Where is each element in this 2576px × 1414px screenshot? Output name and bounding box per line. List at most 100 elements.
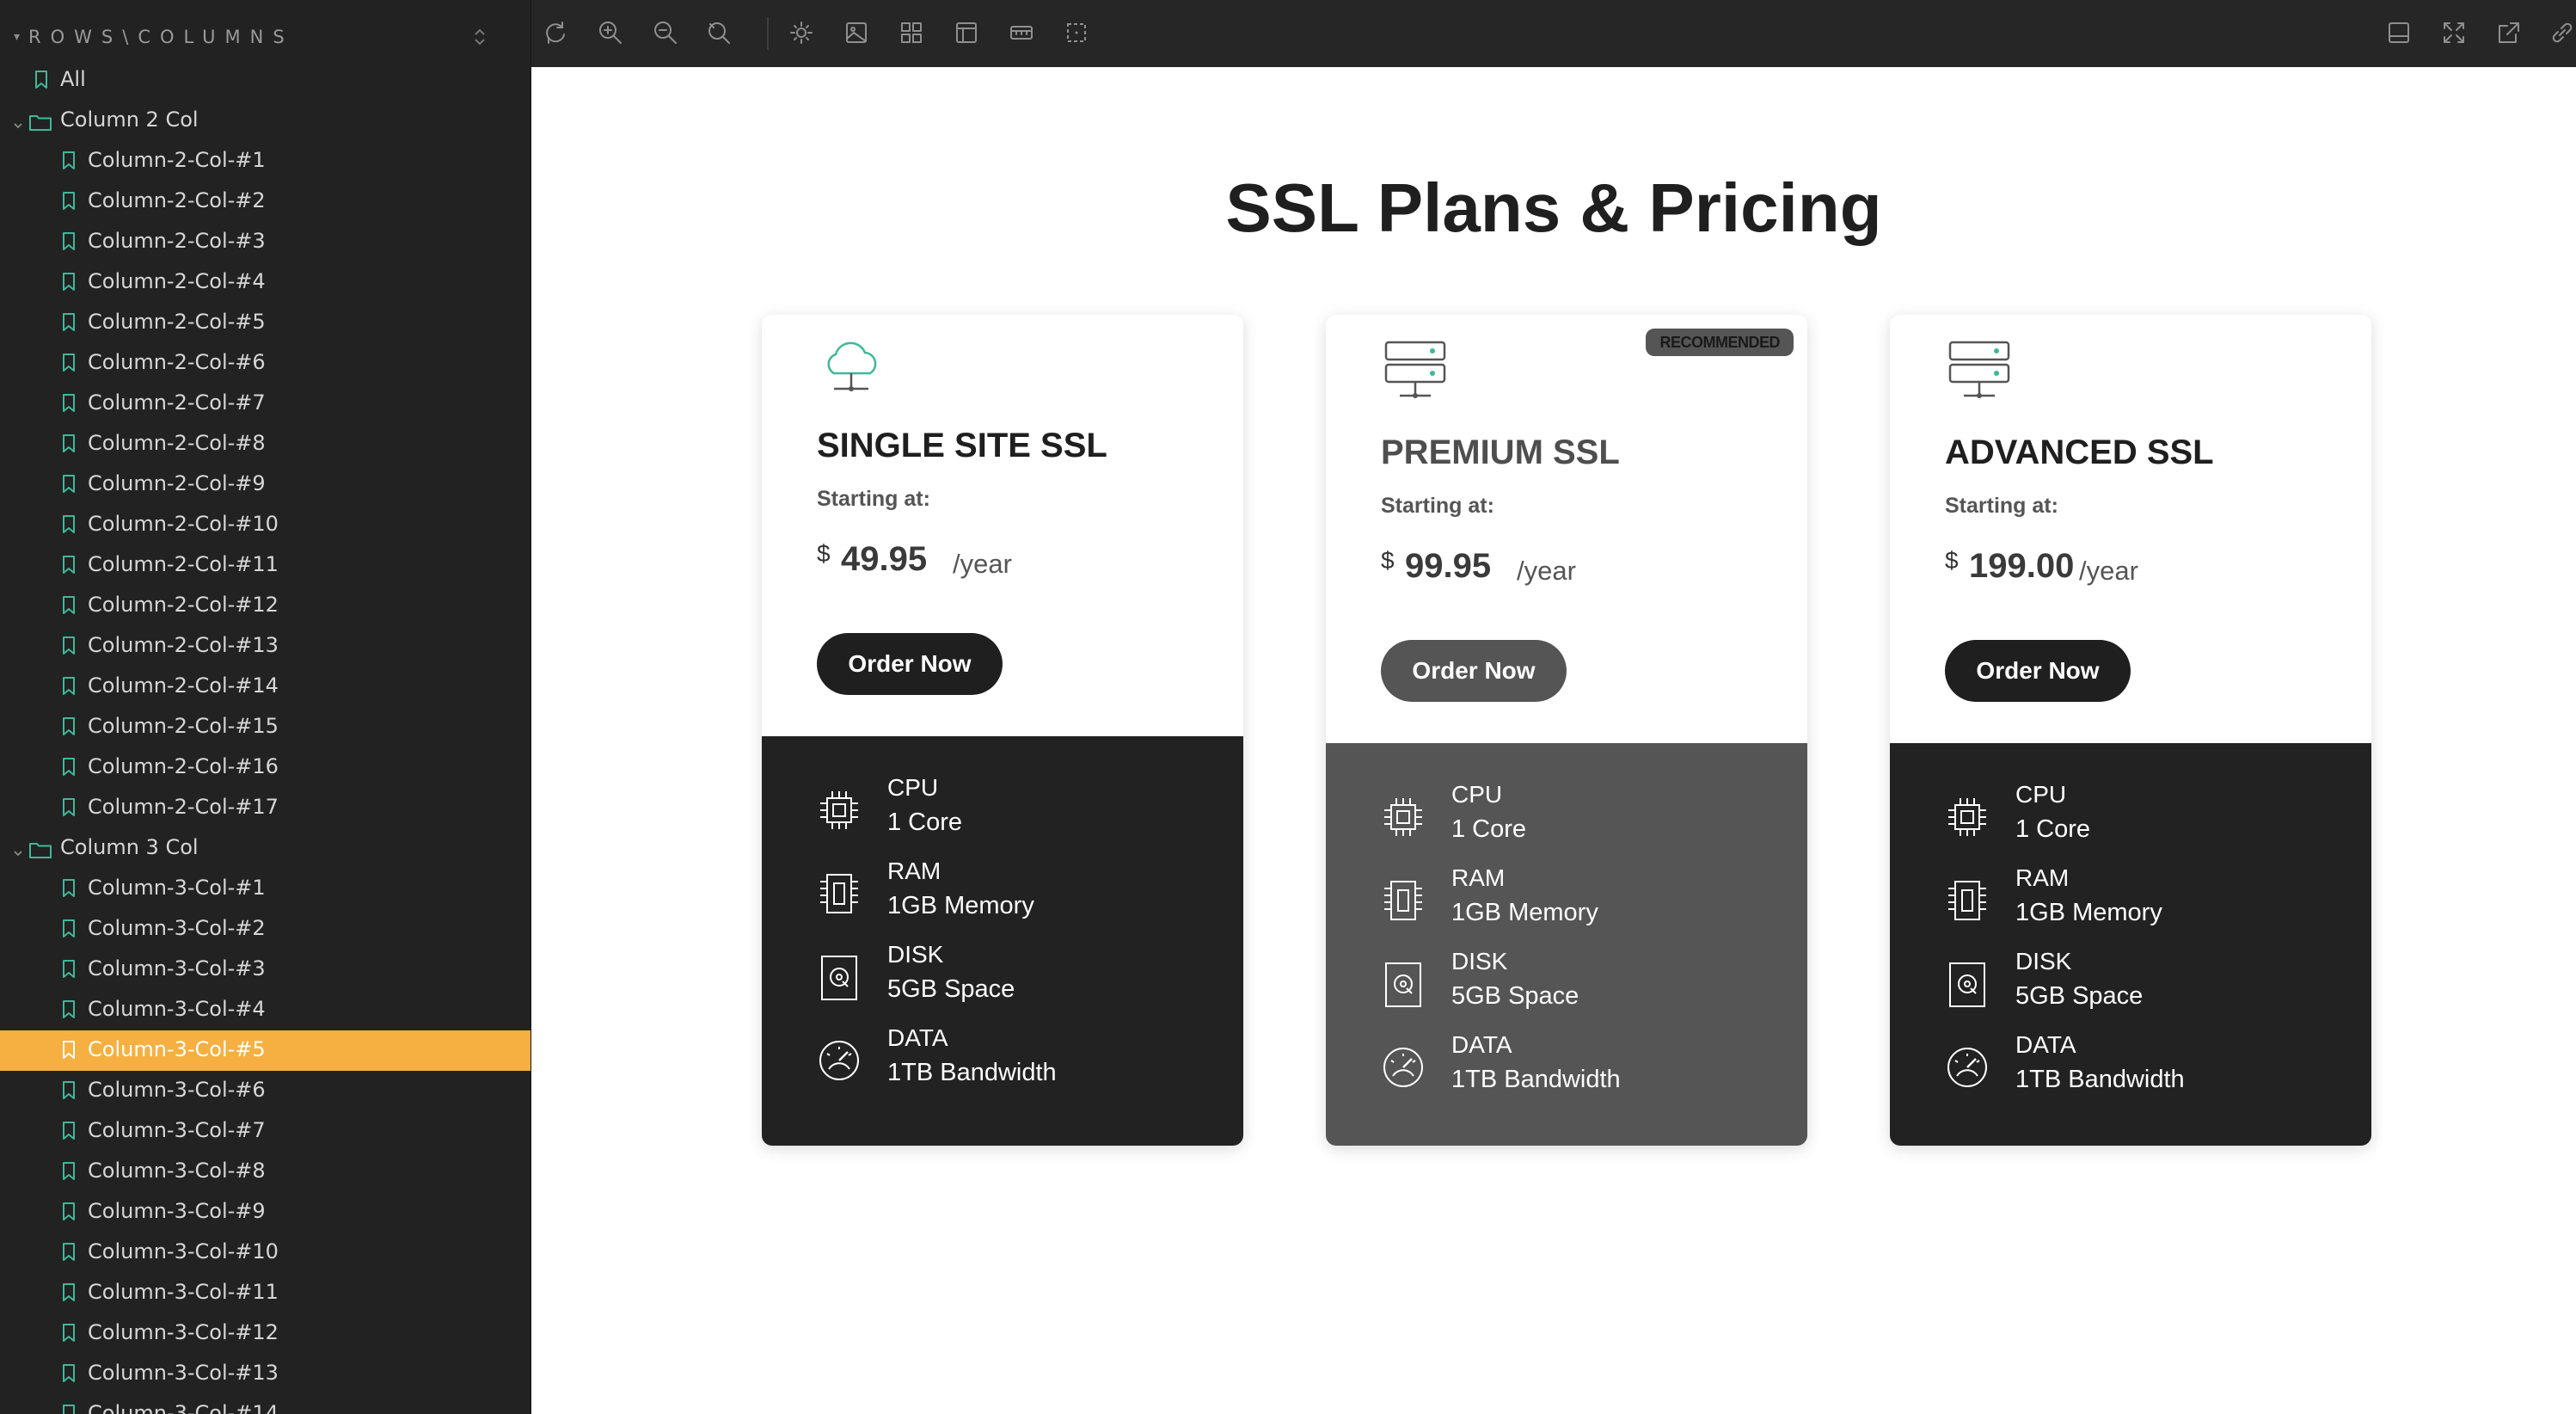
- link-icon[interactable]: [2548, 19, 2576, 46]
- bookmark-icon: [62, 313, 76, 337]
- spec-value: 5GB Space: [1451, 982, 1579, 1010]
- sidebar-item[interactable]: Column-2-Col-#1: [0, 141, 531, 181]
- sidebar-item[interactable]: Column-2-Col-#10: [0, 505, 531, 545]
- collapse-caret-icon[interactable]: ▾: [14, 30, 20, 44]
- sidebar-item[interactable]: All: [0, 60, 531, 101]
- bookmark-icon: [62, 798, 76, 822]
- order-now-button[interactable]: Order Now: [1945, 640, 2131, 702]
- sidebar-item[interactable]: Column-2-Col-#11: [0, 545, 531, 586]
- starting-label: Starting at:: [1381, 494, 1494, 518]
- sidebar-item-label: Column-2-Col-#4: [88, 269, 266, 293]
- sidebar-item[interactable]: Column-2-Col-#9: [0, 464, 531, 505]
- zoom-in-icon[interactable]: [597, 19, 624, 46]
- folder-icon: [29, 839, 52, 864]
- image-icon[interactable]: [843, 19, 870, 46]
- bookmark-icon: [62, 434, 76, 458]
- sidebar-item-label: Column-2-Col-#17: [88, 795, 279, 819]
- sidebar-item-label: Column-3-Col-#7: [88, 1118, 266, 1142]
- toolbar-divider: [767, 17, 769, 50]
- sidebar-item[interactable]: Column-3-Col-#12: [0, 1313, 531, 1354]
- ruler-icon[interactable]: [1008, 19, 1035, 46]
- sidebar-item[interactable]: Column-3-Col-#6: [0, 1071, 531, 1111]
- cpu-icon: [1945, 795, 1990, 839]
- pricing-card: ADVANCED SSL Starting at: $199.00/year Orde…: [1890, 315, 2371, 1146]
- spec-name: RAM: [1451, 864, 1506, 891]
- spec-name: RAM: [887, 858, 941, 884]
- select-icon[interactable]: [1063, 19, 1090, 46]
- sidebar-item[interactable]: Column-3-Col-#7: [0, 1111, 531, 1152]
- sidebar-item[interactable]: Column-2-Col-#6: [0, 343, 531, 384]
- sidebar-item[interactable]: Column-3-Col-#5: [0, 1030, 531, 1071]
- sidebar-item[interactable]: Column-2-Col-#4: [0, 262, 531, 303]
- sidebar-item-label: Column-3-Col-#10: [88, 1239, 279, 1263]
- sidebar-folder[interactable]: Column 3 Col: [0, 828, 531, 869]
- sidebar-item[interactable]: Column-3-Col-#9: [0, 1192, 531, 1233]
- sort-icon[interactable]: [471, 26, 488, 48]
- sidebar-item[interactable]: Column-3-Col-#3: [0, 950, 531, 990]
- sidebar-item[interactable]: Column-2-Col-#16: [0, 747, 531, 788]
- sidebar-item[interactable]: Column-3-Col-#13: [0, 1354, 531, 1394]
- grid-icon[interactable]: [898, 19, 925, 46]
- spec-value: 1 Core: [1451, 815, 1527, 843]
- bookmark-icon: [62, 273, 76, 297]
- preview-canvas: SSL Plans & Pricing SINGLE SITE SSL Start…: [531, 67, 2576, 1414]
- price-amount: 199.00: [1969, 547, 2075, 585]
- spec-value: 5GB Space: [887, 975, 1015, 1003]
- bookmark-icon: [62, 596, 76, 620]
- sidebar-item[interactable]: Column-3-Col-#1: [0, 869, 531, 909]
- order-now-button[interactable]: Order Now: [817, 633, 1003, 695]
- spec-name: DISK: [2015, 948, 2072, 974]
- panel-icon[interactable]: [2385, 19, 2413, 46]
- sidebar-folder[interactable]: Column 2 Col: [0, 101, 531, 141]
- sidebar-item[interactable]: Column-2-Col-#7: [0, 384, 531, 424]
- currency-symbol: $: [1381, 547, 1395, 574]
- sidebar-item[interactable]: Column-2-Col-#14: [0, 667, 531, 707]
- sidebar-item[interactable]: Column-2-Col-#13: [0, 626, 531, 667]
- sidebar-item[interactable]: Column-2-Col-#17: [0, 788, 531, 828]
- spec-item: RAM 1GB Memory: [1381, 864, 1776, 933]
- layers-icon[interactable]: [953, 19, 980, 46]
- sidebar-item[interactable]: Column-2-Col-#8: [0, 424, 531, 464]
- sidebar-item[interactable]: Column-2-Col-#5: [0, 303, 531, 343]
- cpu-icon: [817, 788, 862, 833]
- chevron-down-icon[interactable]: [12, 840, 24, 857]
- sidebar-item[interactable]: Column-2-Col-#2: [0, 181, 531, 222]
- plan-name: SINGLE SITE SSL: [817, 427, 1107, 464]
- sidebar-item-label: Column-3-Col-#14: [88, 1401, 279, 1414]
- sidebar-item[interactable]: Column-3-Col-#8: [0, 1152, 531, 1192]
- sidebar-item-label: Column-3-Col-#1: [88, 876, 266, 900]
- sidebar-item[interactable]: Column-2-Col-#12: [0, 586, 531, 626]
- bookmark-icon: [62, 1122, 76, 1146]
- order-now-button[interactable]: Order Now: [1381, 640, 1567, 702]
- refresh-icon[interactable]: [542, 19, 569, 46]
- spec-value: 1TB Bandwidth: [1451, 1066, 1621, 1093]
- reset-zoom-icon[interactable]: [705, 19, 733, 46]
- bookmark-icon: [62, 232, 76, 256]
- sidebar-item[interactable]: Column-3-Col-#10: [0, 1233, 531, 1273]
- plan-name: ADVANCED SSL: [1945, 433, 2214, 471]
- disk-icon: [817, 955, 862, 1000]
- sidebar-item[interactable]: Column-3-Col-#11: [0, 1273, 531, 1313]
- pricing-card-specs: CPU 1 Core RAM 1GB Memory DISK 5GB Space DA…: [1326, 743, 1807, 1146]
- sidebar-item[interactable]: Column-3-Col-#14: [0, 1394, 531, 1414]
- sidebar-item[interactable]: Column-2-Col-#15: [0, 707, 531, 747]
- sidebar-item-label: Column-3-Col-#6: [88, 1078, 266, 1102]
- bookmark-icon: [62, 394, 76, 418]
- bookmark-icon: [62, 879, 76, 903]
- sidebar-item[interactable]: Column-2-Col-#3: [0, 222, 531, 262]
- sidebar-item[interactable]: Column-3-Col-#2: [0, 909, 531, 950]
- sidebar-item[interactable]: Column-3-Col-#4: [0, 990, 531, 1030]
- pricing-card-header: SINGLE SITE SSL Starting at: $49.95/year Or…: [762, 315, 1243, 736]
- fullscreen-icon[interactable]: [2440, 19, 2468, 46]
- bookmark-icon: [62, 475, 76, 499]
- folder-icon: [29, 112, 52, 136]
- zoom-out-icon[interactable]: [652, 19, 679, 46]
- sidebar-item-label: Column-3-Col-#2: [88, 916, 266, 940]
- chevron-down-icon[interactable]: [12, 113, 24, 129]
- bookmark-icon: [62, 636, 76, 661]
- sidebar-item-label: Column-2-Col-#10: [88, 512, 279, 536]
- sun-icon[interactable]: [788, 19, 815, 46]
- bookmark-icon: [62, 1364, 76, 1388]
- external-link-icon[interactable]: [2495, 19, 2523, 46]
- toolbar: [531, 0, 2576, 67]
